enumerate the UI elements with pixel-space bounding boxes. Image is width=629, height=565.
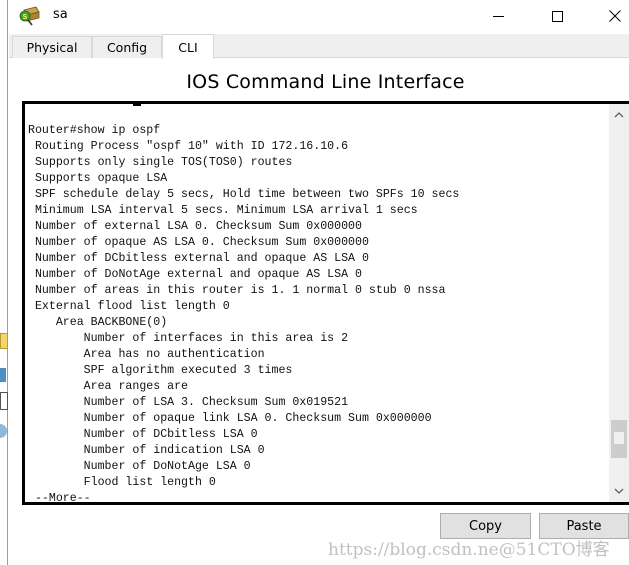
terminal-line: --More-- [28,492,91,505]
window-title: sa [53,7,68,22]
scroll-thumb-grip [614,431,624,444]
terminal-line: Number of external LSA 0. Checksum Sum 0… [28,220,362,233]
chevron-down-icon [614,488,624,494]
terminal-line: Number of opaque AS LSA 0. Checksum Sum … [28,236,369,249]
terminal-line: Area ranges are [28,380,189,393]
background-window-fragment [0,368,6,382]
tab-config[interactable]: Config [92,36,162,58]
terminal-line: SPF schedule delay 5 secs, Hold time bet… [28,188,460,201]
terminal-line: Number of DCbitless external and opaque … [28,252,369,265]
close-icon [609,10,621,22]
chevron-up-icon [614,112,624,118]
terminal-line: Area BACKBONE(0) [28,316,168,329]
svg-text:S: S [23,13,28,21]
terminal-line: Supports opaque LSA [28,172,168,185]
page-title: IOS Command Line Interface [186,71,465,93]
terminal-line: Routing Process "ospf 10" with ID 172.16… [28,140,349,153]
maximize-button[interactable] [534,0,580,32]
terminal-line: External flood list length 0 [28,300,230,313]
scroll-thumb[interactable] [611,419,627,458]
terminal-line: Router#show ip ospf [28,124,161,137]
terminal-line: Number of interfaces in this area is 2 [28,332,349,345]
terminal-output[interactable]: Router#show ip ospf Routing Process "osp… [28,123,459,507]
terminal-line: Number of indication LSA 0 [28,444,265,457]
cli-terminal[interactable]: Router#show ip ospf Routing Process "osp… [22,101,629,505]
close-button[interactable] [592,0,629,32]
terminal-line: Flood list length 0 [28,476,216,489]
terminal-scrollbar[interactable] [609,104,629,502]
terminal-line: Supports only single TOS(TOS0) routes [28,156,293,169]
terminal-line: Number of opaque link LSA 0. Checksum Su… [28,412,432,425]
terminal-line: Area has no authentication [28,348,265,361]
paste-button[interactable]: Paste [539,513,629,539]
minimize-button[interactable] [475,0,521,32]
background-window-fragment [0,392,8,410]
router-app-icon: S [18,6,40,26]
tab-cli[interactable]: CLI [162,34,214,59]
title-bar[interactable]: S sa [9,0,629,33]
background-window-fragment [0,333,8,349]
minimize-icon [492,15,504,17]
scroll-up-button[interactable] [609,106,629,124]
terminal-line: SPF algorithm executed 3 times [28,364,293,377]
text-cursor-mark [133,103,141,106]
maximize-icon [551,10,563,22]
scroll-down-button[interactable] [609,482,629,500]
terminal-line: Number of areas in this router is 1. 1 n… [28,284,446,297]
tab-strip: Physical Config CLI [9,34,629,59]
terminal-line: Number of DoNotAge LSA 0 [28,460,251,473]
terminal-line: Number of DCbitless LSA 0 [28,428,258,441]
terminal-line: Number of LSA 3. Checksum Sum 0x019521 [28,396,349,409]
terminal-line: Number of DoNotAge external and opaque A… [28,268,362,281]
terminal-line: Minimum LSA interval 5 secs. Minimum LSA… [28,204,418,217]
tab-physical[interactable]: Physical [12,36,92,58]
copy-button[interactable]: Copy [440,513,531,539]
